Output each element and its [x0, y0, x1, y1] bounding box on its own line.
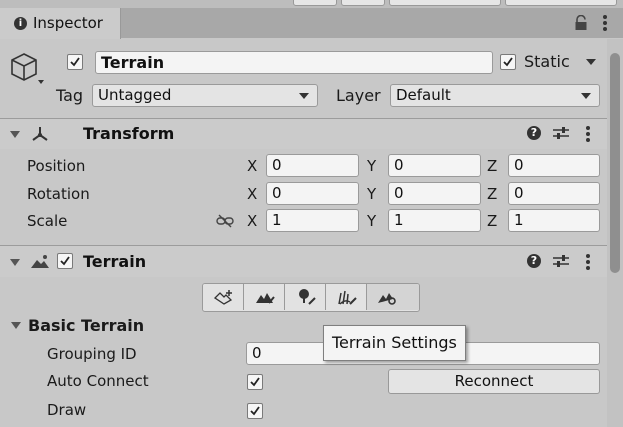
create-neighbor-terrains-button[interactable] — [203, 284, 244, 310]
toolbar-button-2[interactable] — [341, 0, 385, 6]
position-label: Position — [27, 157, 86, 175]
static-checkbox[interactable] — [500, 54, 516, 70]
draw-checkbox[interactable] — [247, 403, 263, 419]
foldout-arrow-icon[interactable] — [10, 131, 20, 138]
position-x-axis: X — [247, 157, 258, 175]
object-name-input[interactable]: Terrain — [95, 51, 493, 74]
scrollbar-track[interactable] — [607, 39, 623, 427]
transform-icon — [30, 125, 50, 147]
position-x-input[interactable]: 0 — [266, 154, 359, 177]
help-icon[interactable]: ? — [527, 254, 541, 268]
tag-value: Untagged — [98, 86, 172, 104]
transform-header[interactable]: Transform ? — [0, 118, 607, 149]
position-z-axis: Z — [487, 157, 498, 175]
toolbar-button-3[interactable] — [389, 0, 501, 6]
auto-connect-checkbox[interactable] — [247, 374, 263, 390]
layer-dropdown[interactable]: Default — [390, 84, 600, 107]
terrain-tool-strip — [202, 283, 420, 312]
terrain-settings-icon — [377, 289, 397, 309]
scrollbar-thumb[interactable] — [610, 53, 620, 273]
position-y-axis: Y — [367, 157, 377, 175]
component-menu-icon[interactable] — [585, 125, 591, 147]
rotation-x-axis: X — [247, 185, 258, 203]
terrain-header[interactable]: Terrain ? — [0, 245, 607, 277]
transform-title: Transform — [83, 124, 175, 143]
position-y-input[interactable]: 0 — [388, 154, 481, 177]
paint-terrain-icon — [255, 289, 275, 309]
scale-z-input[interactable]: 1 — [508, 209, 600, 232]
rotation-label: Rotation — [27, 185, 90, 203]
scale-y-input[interactable]: 1 — [388, 209, 481, 232]
active-checkbox[interactable] — [67, 54, 83, 70]
static-label: Static — [524, 52, 570, 71]
position-z-input[interactable]: 0 — [508, 154, 600, 177]
terrain-enabled-checkbox[interactable] — [57, 253, 73, 269]
static-dropdown-icon[interactable] — [586, 59, 596, 65]
basic-terrain-section-title[interactable]: Basic Terrain — [28, 316, 144, 335]
preset-icon[interactable] — [553, 126, 569, 144]
tab-menu-icon[interactable] — [602, 14, 608, 36]
lock-icon[interactable] — [574, 14, 588, 35]
scale-label: Scale — [27, 212, 68, 230]
chevron-down-icon — [299, 93, 309, 99]
paint-trees-icon — [297, 288, 317, 310]
paint-terrain-button[interactable] — [244, 284, 285, 310]
terrain-component-icon — [30, 254, 50, 274]
info-icon: i — [14, 17, 27, 30]
component-menu-icon[interactable] — [585, 253, 591, 275]
chevron-down-icon — [581, 93, 591, 99]
tag-dropdown[interactable]: Untagged — [92, 84, 318, 107]
terrain-settings-button[interactable] — [367, 284, 419, 310]
help-icon[interactable]: ? — [527, 126, 541, 140]
rotation-z-axis: Z — [487, 185, 498, 203]
paint-details-icon — [337, 289, 357, 309]
tab-inspector[interactable]: i Inspector — [0, 8, 121, 39]
reconnect-button-label: Reconnect — [454, 372, 534, 390]
foldout-arrow-icon[interactable] — [10, 259, 20, 266]
tooltip-text: Terrain Settings — [332, 333, 457, 352]
tag-label: Tag — [56, 86, 84, 105]
scale-z-axis: Z — [487, 212, 498, 230]
create-neighbor-terrains-icon — [213, 289, 235, 309]
rotation-y-axis: Y — [367, 185, 377, 203]
layer-label: Layer — [336, 86, 381, 105]
grouping-id-label: Grouping ID — [47, 345, 137, 363]
paint-details-button[interactable] — [326, 284, 367, 310]
basic-terrain-foldout-icon[interactable] — [11, 322, 21, 329]
auto-connect-label: Auto Connect — [47, 372, 149, 390]
draw-label: Draw — [47, 401, 87, 419]
scale-x-axis: X — [247, 212, 258, 230]
reconnect-button[interactable]: Reconnect — [388, 369, 600, 394]
terrain-settings-tooltip: Terrain Settings — [323, 325, 466, 361]
gameobject-icon[interactable] — [10, 52, 44, 92]
toolbar-button-1[interactable] — [293, 0, 337, 6]
scale-y-axis: Y — [367, 212, 377, 230]
tab-inspector-label: Inspector — [33, 14, 103, 32]
rotation-z-input[interactable]: 0 — [508, 182, 600, 205]
terrain-title: Terrain — [83, 252, 147, 271]
scale-x-input[interactable]: 1 — [266, 209, 359, 232]
rotation-x-input[interactable]: 0 — [266, 182, 359, 205]
constrain-proportions-icon[interactable] — [216, 214, 234, 232]
toolbar-button-4[interactable] — [505, 0, 617, 6]
preset-icon[interactable] — [553, 254, 569, 272]
paint-trees-button[interactable] — [285, 284, 326, 310]
rotation-y-input[interactable]: 0 — [388, 182, 481, 205]
layer-value: Default — [396, 86, 451, 104]
